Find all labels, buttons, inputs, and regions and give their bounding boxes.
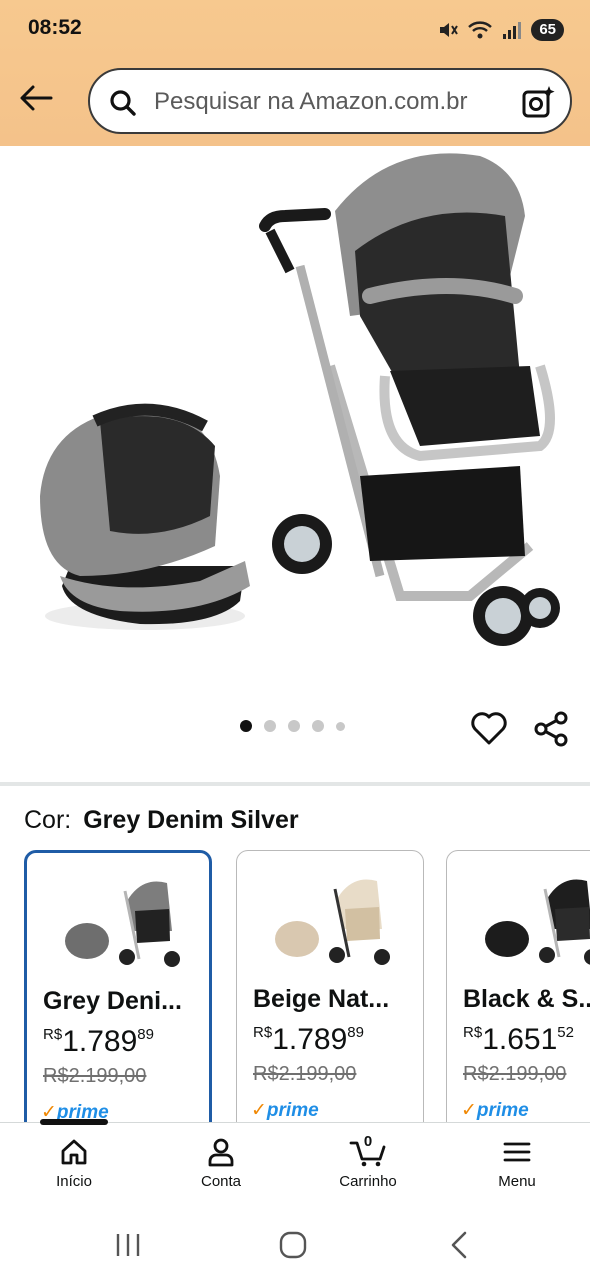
- home-icon: [61, 1139, 87, 1165]
- wishlist-heart-icon[interactable]: [470, 710, 508, 746]
- product-image[interactable]: [0, 146, 590, 706]
- prime-label: prime: [476, 1100, 529, 1121]
- nav-cart[interactable]: 0 Carrinho: [313, 1133, 423, 1207]
- wifi-icon: [468, 21, 493, 39]
- status-icons: 65: [437, 16, 564, 44]
- carousel-dot-5[interactable]: [336, 721, 345, 731]
- mute-icon: [440, 23, 459, 37]
- variant-image: [485, 879, 590, 965]
- price-cents: 89: [347, 1024, 364, 1041]
- color-selection: Cor: Grey Denim Silver: [24, 806, 299, 835]
- variant-old-price: R$2.199,00: [253, 1063, 357, 1085]
- scroll-indicator: [40, 1119, 108, 1125]
- back-system-icon[interactable]: [440, 1228, 480, 1262]
- variant-price: R$1.78989: [253, 1023, 364, 1057]
- variant-card-grey-denim[interactable]: Grey Deni... R$1.78989 R$2.199,00 ✓prime: [24, 850, 212, 1140]
- nav-account[interactable]: Conta: [166, 1137, 276, 1207]
- battery-indicator: 65: [531, 19, 564, 41]
- status-bar: 08:52 65: [0, 0, 590, 60]
- variant-card-black-silver[interactable]: Black & S... R$1.65152 R$2.199,00 ✓prime: [446, 850, 590, 1140]
- variant-image: [275, 879, 390, 965]
- prime-check-icon: ✓: [461, 1100, 477, 1121]
- price-cents: 89: [137, 1026, 154, 1043]
- status-time: 08:52: [28, 16, 82, 39]
- price-currency: R$: [43, 1026, 63, 1043]
- cart-count-badge: 0: [363, 1133, 373, 1150]
- prime-label: prime: [266, 1100, 319, 1121]
- variant-price: R$1.78989: [43, 1025, 154, 1059]
- top-header: 08:52 65 Pesquisar na Amazon.com.br: [0, 0, 590, 146]
- carousel-dot-4[interactable]: [312, 720, 324, 732]
- camera-search-icon[interactable]: [520, 84, 556, 120]
- variant-name: Black & S...: [463, 985, 590, 1013]
- nav-account-label: Conta: [200, 1173, 242, 1190]
- prime-badge: ✓prime: [461, 1099, 529, 1122]
- variant-name: Beige Nat...: [253, 985, 390, 1013]
- car-seat-image: [40, 403, 250, 630]
- share-icon[interactable]: [532, 710, 570, 748]
- recent-apps-icon[interactable]: [108, 1228, 148, 1262]
- stroller-illustration: [40, 153, 560, 646]
- stroller-image: [259, 153, 560, 646]
- back-arrow-icon: [20, 85, 53, 111]
- section-divider: [0, 782, 590, 786]
- bottom-navigation: Início Conta 0 Carrinho Menu: [0, 1122, 590, 1208]
- menu-icon: [503, 1142, 531, 1162]
- variant-old-price: R$2.199,00: [463, 1063, 567, 1085]
- search-bar[interactable]: Pesquisar na Amazon.com.br: [88, 68, 572, 134]
- nav-home[interactable]: Início: [19, 1137, 129, 1207]
- carousel-dot-2[interactable]: [264, 720, 276, 732]
- search-input[interactable]: Pesquisar na Amazon.com.br: [154, 88, 468, 116]
- search-icon: [110, 90, 136, 116]
- app-root: 08:52 65 Pesquisar na Amazon.com.br Cor:…: [0, 0, 590, 1280]
- variant-name: Grey Deni...: [43, 987, 182, 1015]
- nav-cart-label: Carrinho: [339, 1173, 397, 1190]
- nav-menu[interactable]: Menu: [462, 1137, 572, 1207]
- prime-check-icon: ✓: [251, 1100, 267, 1121]
- signal-icon: [503, 22, 522, 39]
- nav-home-label: Início: [56, 1173, 92, 1190]
- price-cents: 52: [557, 1024, 574, 1041]
- color-label: Cor:: [24, 806, 72, 834]
- system-navigation-bar: [0, 1208, 590, 1280]
- back-button[interactable]: [14, 76, 58, 120]
- carousel-dot-3[interactable]: [288, 720, 300, 732]
- nav-menu-label: Menu: [498, 1173, 536, 1190]
- home-system-icon[interactable]: [273, 1228, 313, 1262]
- variant-image: [65, 881, 180, 967]
- price-integer: 1.789: [272, 1023, 348, 1056]
- price-integer: 1.651: [482, 1023, 558, 1056]
- carousel-dot-1[interactable]: [240, 720, 252, 732]
- price-integer: 1.789: [62, 1025, 138, 1058]
- variant-old-price: R$2.199,00: [43, 1065, 147, 1087]
- account-icon: [208, 1138, 234, 1167]
- variant-card-beige[interactable]: Beige Nat... R$1.78989 R$2.199,00 ✓prime: [236, 850, 424, 1140]
- price-currency: R$: [253, 1024, 273, 1041]
- prime-badge: ✓prime: [251, 1099, 319, 1122]
- price-currency: R$: [463, 1024, 483, 1041]
- image-carousel-dots[interactable]: [240, 720, 345, 732]
- variant-price: R$1.65152: [463, 1023, 574, 1057]
- color-value: Grey Denim Silver: [83, 806, 299, 834]
